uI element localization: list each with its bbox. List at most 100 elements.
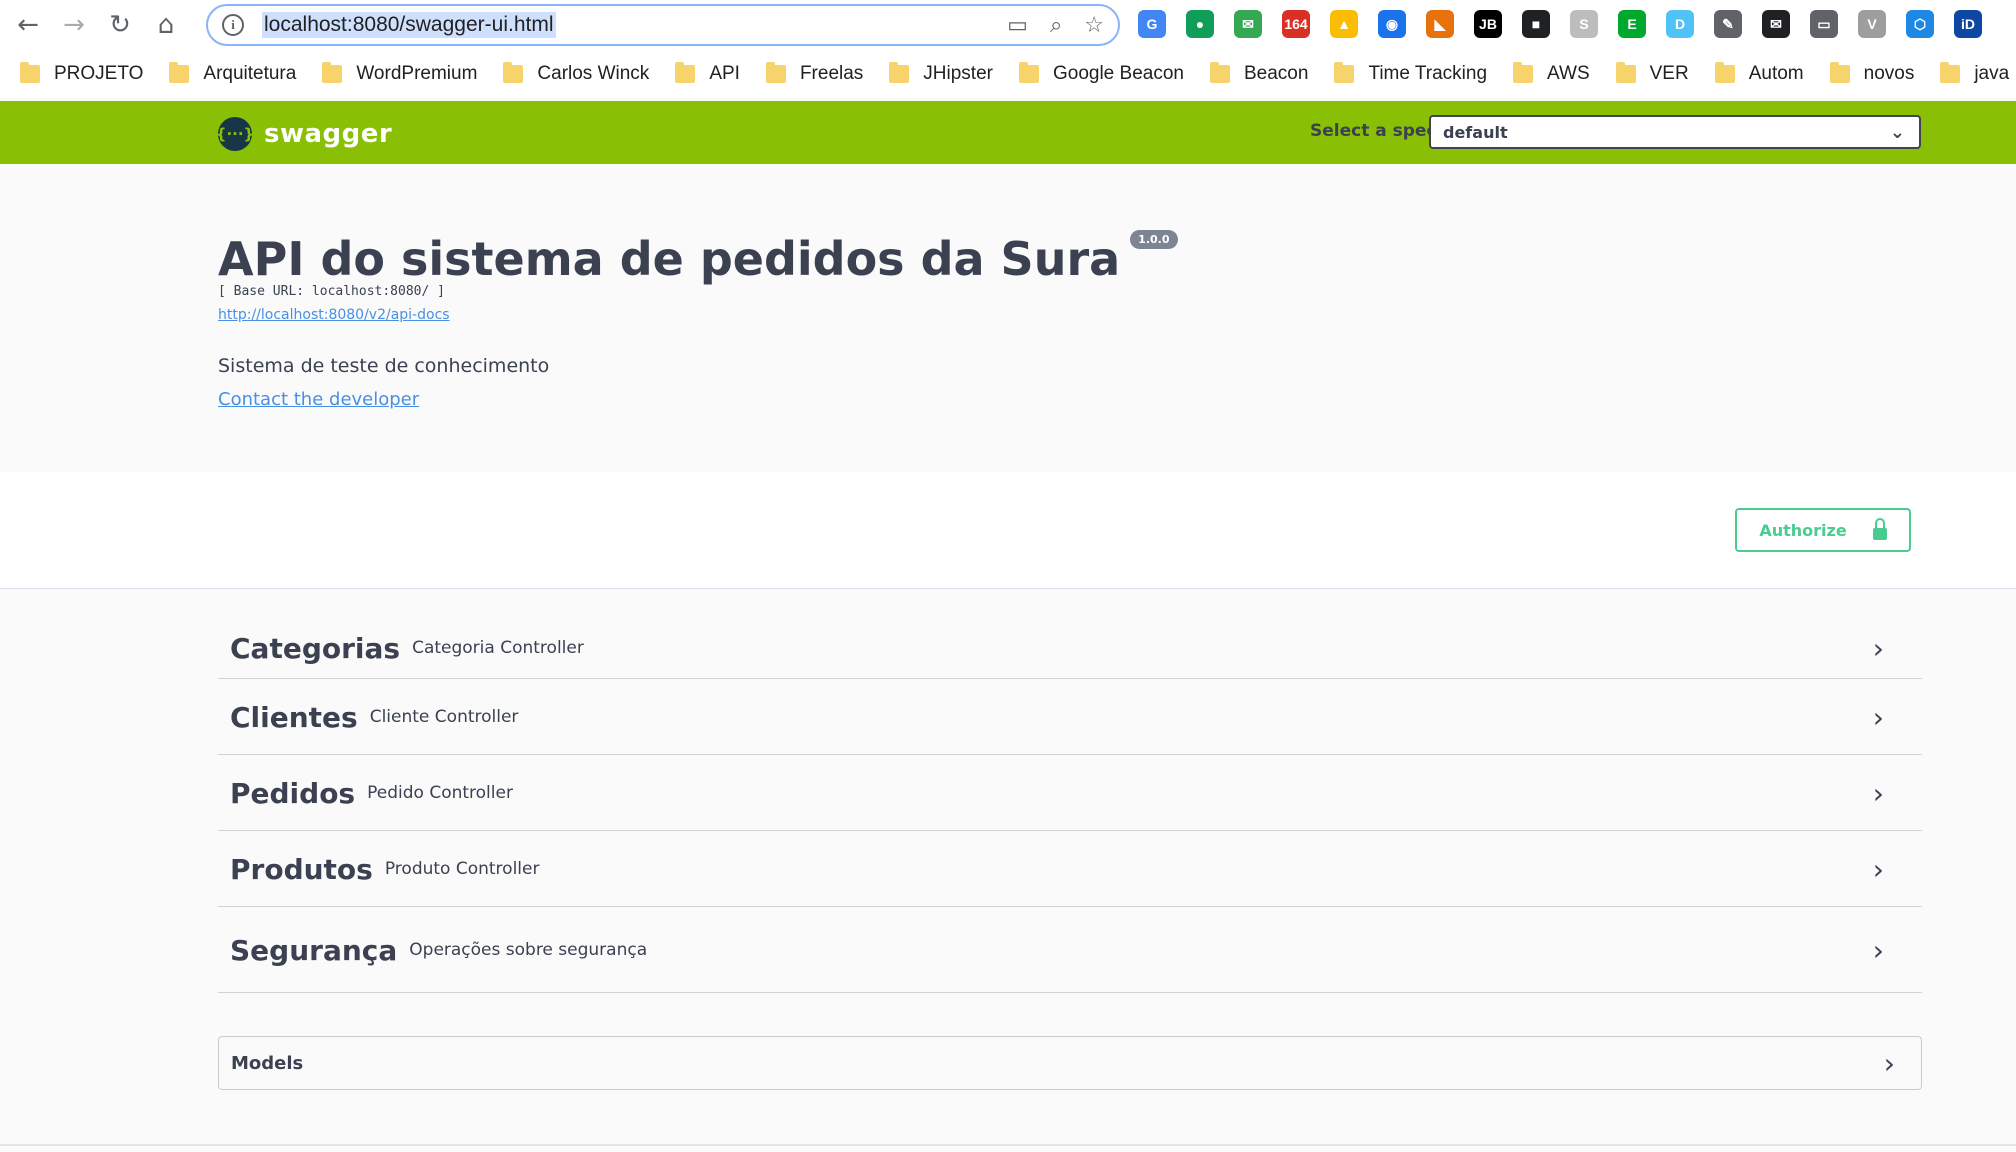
tag-description: Operações sobre segurança [409, 940, 648, 960]
gmail-icon[interactable]: 164 [1282, 10, 1310, 38]
evernote-icon[interactable]: E [1618, 10, 1646, 38]
bookmark-label: Time Tracking [1368, 63, 1488, 84]
bookmark-item[interactable]: Time Tracking [1334, 62, 1488, 85]
tag-description: Cliente Controller [369, 707, 519, 727]
bookmark-item[interactable]: JHipster [889, 62, 993, 85]
bookmark-item[interactable]: Freelas [765, 62, 864, 85]
folder-icon [1513, 62, 1534, 83]
zoom-icon[interactable]: ⌕ [1050, 13, 1062, 38]
chevron-right-icon: › [1872, 776, 1884, 810]
chat-bubble-icon[interactable]: ● [1186, 10, 1214, 38]
tag-categorias[interactable]: Categorias Categoria Controller › [218, 618, 1922, 679]
bookmark-label: API [709, 63, 740, 84]
s-extension-icon[interactable]: S [1570, 10, 1598, 38]
eyedropper-icon[interactable]: ✎ [1714, 10, 1742, 38]
bookmark-item[interactable]: WordPremium [322, 62, 478, 85]
bookmark-label: PROJETO [54, 63, 144, 84]
api-title-text: API do sistema de pedidos da Sura [218, 232, 1121, 286]
version-badge: 1.0.0 [1130, 230, 1178, 249]
bookmark-item[interactable]: Arquitetura [169, 62, 296, 85]
bookmark-label: Google Beacon [1052, 63, 1184, 84]
authorize-label: Authorize [1759, 520, 1847, 540]
scheme-container [0, 472, 2016, 589]
tag-name: Clientes [230, 700, 358, 734]
reload-button[interactable]: ↻ [102, 7, 138, 43]
cast-page-icon[interactable]: ▭ [1007, 13, 1028, 38]
spec-select-value: default [1443, 122, 1508, 142]
folder-icon [1940, 62, 1961, 83]
translate-icon[interactable]: G [1138, 10, 1166, 38]
bookmark-label: VER [1649, 63, 1689, 84]
tag-clientes[interactable]: Clientes Cliente Controller › [218, 680, 1922, 755]
swagger-logo-text: swagger [264, 119, 393, 149]
hex-icon[interactable]: ⬡ [1906, 10, 1934, 38]
chevron-right-icon: › [1872, 631, 1884, 665]
url-text[interactable]: localhost:8080/swagger-ui.html [262, 12, 556, 38]
bookmark-item[interactable]: PROJETO [20, 62, 144, 85]
folder-icon [169, 62, 190, 83]
folder-icon [1018, 62, 1039, 83]
mail-check-icon[interactable]: ✉ [1234, 10, 1262, 38]
bookmark-item[interactable]: API [675, 62, 740, 85]
id-icon[interactable]: iD [1954, 10, 1982, 38]
bookmark-item[interactable]: AWS [1513, 62, 1590, 85]
vue-icon[interactable]: V [1858, 10, 1886, 38]
bookmark-label: Autom [1748, 63, 1804, 84]
chevron-down-icon: ⌄ [1889, 122, 1905, 143]
di-icon[interactable]: D [1666, 10, 1694, 38]
chevron-right-icon: › [1883, 1046, 1895, 1080]
bookmark-label: Carlos Winck [537, 63, 650, 84]
models-section[interactable]: Models › [218, 1036, 1922, 1090]
bookmark-item[interactable]: Beacon [1209, 62, 1309, 85]
api-docs-link[interactable]: http://localhost:8080/v2/api-docs [218, 307, 450, 323]
drive-icon[interactable]: ▲ [1330, 10, 1358, 38]
api-title: API do sistema de pedidos da Sura 1.0.0 [218, 230, 1178, 286]
bookmark-item[interactable]: Autom [1714, 62, 1804, 85]
megaphone-icon[interactable]: ◣ [1426, 10, 1454, 38]
folder-icon [675, 62, 696, 83]
tag-description: Categoria Controller [412, 638, 584, 658]
bookmark-item[interactable]: java [1940, 62, 2009, 85]
jetbrains-icon[interactable]: JB [1474, 10, 1502, 38]
bookmark-star-icon[interactable]: ☆ [1084, 13, 1104, 38]
bookmark-label: Freelas [799, 63, 864, 84]
cube-icon[interactable]: ■ [1522, 10, 1550, 38]
extension-icons: G ● ✉ 164 ▲ ◉ ◣ JB ■ S E D ✎ ✉ ▭ V ⬡ iD [1138, 10, 1982, 38]
tag-name: Produtos [230, 852, 373, 886]
bookmark-item[interactable]: VER [1615, 62, 1689, 85]
bookmarks-bar: PROJETO Arquitetura WordPremium Carlos Winc… [0, 50, 2016, 98]
forward-button[interactable]: → [56, 7, 92, 43]
tag-produtos[interactable]: Produtos Produto Controller › [218, 832, 1922, 907]
envelope-icon[interactable]: ✉ [1762, 10, 1790, 38]
bookmark-item[interactable]: Google Beacon [1018, 62, 1184, 85]
spec-select[interactable]: default ⌄ [1429, 115, 1921, 149]
bookmark-label: JHipster [923, 63, 993, 84]
folder-icon [889, 62, 910, 83]
bookmark-label: WordPremium [356, 63, 478, 84]
bookmark-label: AWS [1547, 63, 1590, 84]
tag-seguranca[interactable]: Segurança Operações sobre segurança › [218, 908, 1922, 993]
swagger-logo[interactable]: {···} swagger [216, 117, 393, 151]
bookmark-label: Beacon [1243, 63, 1309, 84]
authorize-button[interactable]: Authorize [1735, 508, 1911, 552]
back-button[interactable]: ← [10, 7, 46, 43]
bookmark-item[interactable]: Carlos Winck [503, 62, 650, 85]
chevron-right-icon: › [1872, 852, 1884, 886]
swagger-logo-icon: {···} [216, 117, 254, 151]
models-label: Models [231, 1052, 304, 1074]
tag-description: Produto Controller [384, 859, 540, 879]
bookmark-item[interactable]: novos [1829, 62, 1914, 85]
contact-developer-link[interactable]: Contact the developer [218, 389, 419, 410]
tag-description: Pedido Controller [367, 783, 513, 803]
tag-pedidos[interactable]: Pedidos Pedido Controller › [218, 756, 1922, 831]
home-button[interactable]: ⌂ [148, 7, 184, 43]
lock-icon [1872, 518, 1887, 540]
folder-icon [1714, 62, 1735, 83]
tag-name: Pedidos [230, 776, 356, 810]
chevron-right-icon: › [1872, 933, 1884, 967]
compass-icon[interactable]: ◉ [1378, 10, 1406, 38]
cast-icon[interactable]: ▭ [1810, 10, 1838, 38]
folder-icon [322, 62, 343, 83]
address-bar[interactable]: i localhost:8080/swagger-ui.html ▭ ⌕ ☆ [206, 4, 1120, 46]
site-info-icon[interactable]: i [222, 14, 244, 36]
